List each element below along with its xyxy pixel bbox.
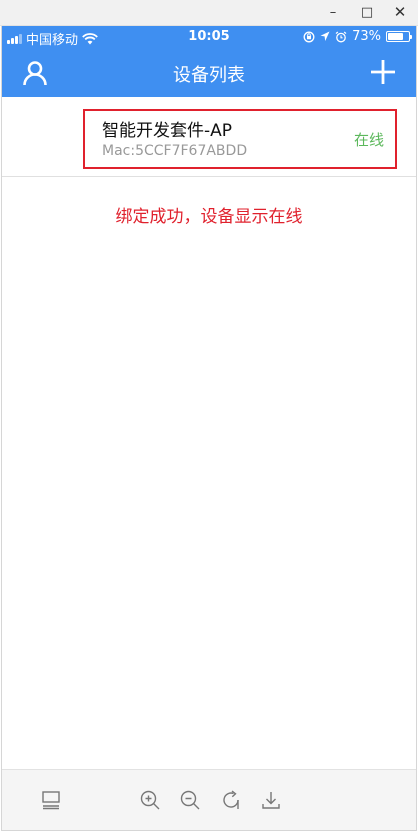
battery-fill [388, 33, 403, 40]
plus-icon[interactable] [370, 59, 396, 85]
layout-icon[interactable] [40, 789, 62, 811]
minimize-button[interactable]: – [322, 2, 344, 22]
window-titlebar: – □ ✕ [0, 0, 418, 26]
close-button[interactable]: ✕ [389, 2, 411, 22]
rotate-icon[interactable] [220, 789, 242, 811]
device-mac: Mac:5CCF7F67ABDD [102, 143, 248, 159]
bottom-toolbar [2, 769, 416, 830]
battery-icon [386, 31, 412, 42]
device-status-badge: 在线 [353, 131, 384, 149]
zoom-in-icon[interactable] [139, 789, 161, 811]
location-icon [320, 31, 330, 41]
status-bar: 中国移动 10:05 73% [2, 26, 416, 48]
device-name: 智能开发套件-AP [102, 121, 233, 141]
phone-screen: 中国移动 10:05 73% 设备列表 智能开发套件-AP Mac:5CCF7F… [1, 26, 417, 831]
orientation-lock-icon [303, 31, 315, 42]
alarm-icon [335, 31, 347, 42]
nav-bar: 设备列表 [2, 48, 416, 97]
status-right: 73% [303, 29, 412, 44]
annotation-text: 绑定成功，设备显示在线 [115, 207, 303, 227]
device-list-item[interactable]: 智能开发套件-AP Mac:5CCF7F67ABDD 在线 [2, 97, 416, 177]
maximize-button[interactable]: □ [356, 2, 378, 22]
battery-percent: 73% [352, 29, 381, 44]
download-icon[interactable] [260, 789, 282, 811]
zoom-out-icon[interactable] [179, 789, 201, 811]
page-title: 设备列表 [173, 65, 245, 86]
